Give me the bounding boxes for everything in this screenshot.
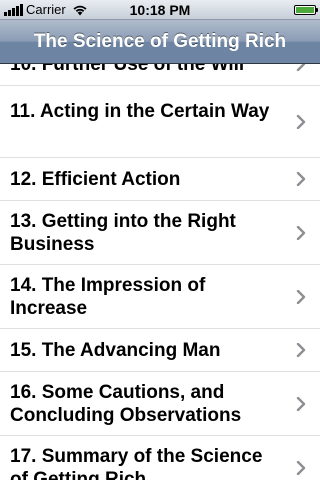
chapter-label: 14. The Impression of Increase [10,275,206,319]
chapter-row-11[interactable]: 11. Acting in the Certain Way [0,86,320,158]
battery-icon [294,5,318,15]
chapter-label: 17. Summary of the Science of Getting Ri… [10,446,263,480]
chevron-right-icon [296,226,306,240]
page-title: The Science of Getting Rich [33,30,287,52]
chapter-label: 12. Efficient Action [10,169,181,190]
chapter-label: 10. Further Use of the Will [10,64,245,75]
chevron-right-icon [296,343,306,357]
chevron-right-icon [296,461,306,475]
chapter-label: 15. The Advancing Man [10,340,221,361]
chevron-right-icon [296,64,306,71]
chapter-row-13[interactable]: 13. Getting into the Right Business [0,201,320,265]
chapter-list: 10. Further Use of the Will 11. Acting i… [0,64,320,480]
chapter-row-10[interactable]: 10. Further Use of the Will [0,64,320,86]
navigation-bar: The Science of Getting Rich [0,20,320,64]
chapter-label: 16. Some Cautions, and Concluding Observ… [10,382,242,426]
chapter-row-15[interactable]: 15. The Advancing Man [0,329,320,372]
chapter-label: 13. Getting into the Right Business [10,211,236,255]
chapter-row-14[interactable]: 14. The Impression of Increase [0,265,320,329]
chevron-right-icon [296,115,306,129]
chapter-row-16[interactable]: 16. Some Cautions, and Concluding Observ… [0,372,320,436]
chevron-right-icon [296,397,306,411]
chevron-right-icon [296,172,306,186]
status-time: 10:18 PM [129,2,191,18]
chapter-row-17[interactable]: 17. Summary of the Science of Getting Ri… [0,436,320,480]
chapter-label: 11. Acting in the Certain Way [10,101,270,122]
chevron-right-icon [296,290,306,304]
chapter-row-12[interactable]: 12. Efficient Action [0,158,320,201]
status-bar: Carrier 10:18 PM [0,0,320,20]
